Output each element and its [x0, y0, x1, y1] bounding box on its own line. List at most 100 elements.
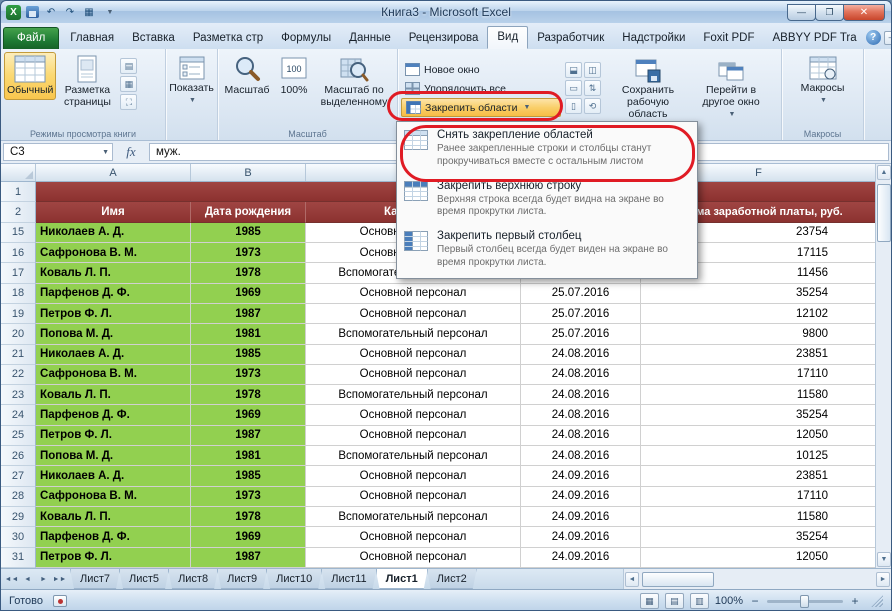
cell-name[interactable]: Коваль Л. П.	[36, 385, 191, 405]
row-header[interactable]: 19	[1, 304, 36, 324]
sheet-tab-Лист1[interactable]: Лист1	[376, 569, 428, 589]
column-header-a[interactable]: A	[36, 164, 191, 181]
ribbon-tab-Вид[interactable]: Вид	[487, 26, 528, 49]
last-sheet-icon[interactable]: ►►	[52, 572, 67, 587]
cell-category[interactable]: Основной персонал	[306, 405, 521, 425]
ribbon-tab-Надстройки[interactable]: Надстройки	[613, 28, 694, 49]
cell-name[interactable]: Сафронова В. М.	[36, 487, 191, 507]
name-box-arrow-icon[interactable]: ▼	[102, 149, 109, 156]
cell-birth-year[interactable]: 1973	[191, 243, 306, 263]
cell-birth-year[interactable]: 1969	[191, 284, 306, 304]
cell-date[interactable]: 24.09.2016	[521, 527, 641, 547]
cell-name[interactable]: Петров Ф. Л.	[36, 426, 191, 446]
cell-name[interactable]: Николаев А. Д.	[36, 466, 191, 486]
cell-birth-year[interactable]: 1978	[191, 385, 306, 405]
freeze-panes-button[interactable]: Закрепить области ▼	[401, 98, 561, 117]
normal-view-button[interactable]: Обычный	[4, 52, 56, 100]
cell-salary[interactable]: 17110	[641, 365, 877, 385]
zoom-in-icon[interactable]: +	[849, 594, 861, 608]
cell-salary[interactable]: 23851	[641, 466, 877, 486]
save-icon[interactable]	[24, 5, 40, 20]
macro-record-icon[interactable]	[53, 595, 67, 607]
cell-category[interactable]: Основной персонал	[306, 548, 521, 568]
cell-birth-year[interactable]: 1987	[191, 548, 306, 568]
vertical-scroll-thumb[interactable]	[877, 184, 891, 242]
header-cell-birth[interactable]: Дата рождения	[191, 202, 306, 222]
cell-category[interactable]: Основной персонал	[306, 345, 521, 365]
sheet-tab-Лист2[interactable]: Лист2	[427, 569, 477, 589]
cell-birth-year[interactable]: 1973	[191, 487, 306, 507]
cell-salary[interactable]: 11580	[641, 385, 877, 405]
cell-category[interactable]: Основной персонал	[306, 527, 521, 547]
cell-birth-year[interactable]: 1987	[191, 304, 306, 324]
unhide-window-icon[interactable]: ▯	[565, 98, 582, 114]
split-icon[interactable]: ⬓	[565, 62, 582, 78]
cell-category[interactable]: Вспомогательный персонал	[306, 507, 521, 527]
scroll-right-icon[interactable]: ►	[876, 572, 890, 587]
cell-salary[interactable]: 11580	[641, 507, 877, 527]
cell-salary[interactable]: 12050	[641, 548, 877, 568]
macros-button[interactable]: Макросы ▼	[798, 52, 848, 108]
cell-date[interactable]: 25.07.2016	[521, 304, 641, 324]
zoom-slider[interactable]	[767, 600, 843, 603]
ribbon-tab-ABBYY PDF Tra[interactable]: ABBYY PDF Tra	[764, 28, 866, 49]
prev-sheet-icon[interactable]: ◄	[20, 572, 35, 587]
header-cell-name[interactable]: Имя	[36, 202, 191, 222]
cell-category[interactable]: Вспомогательный персонал	[306, 324, 521, 344]
ribbon-tab-Разработчик[interactable]: Разработчик	[528, 28, 613, 49]
ribbon-tab-Foxit PDF[interactable]: Foxit PDF	[694, 28, 763, 49]
cell-name[interactable]: Попова М. Д.	[36, 446, 191, 466]
cell-birth-year[interactable]: 1987	[191, 426, 306, 446]
redo-icon[interactable]: ↷	[62, 5, 78, 20]
zoom-slider-thumb[interactable]	[800, 595, 809, 608]
cell-salary[interactable]: 35254	[641, 284, 877, 304]
sheet-tab-Лист11[interactable]: Лист11	[321, 569, 376, 589]
restore-button[interactable]: ❐	[815, 4, 844, 21]
cell-date[interactable]: 24.09.2016	[521, 487, 641, 507]
cell-category[interactable]: Основной персонал	[306, 284, 521, 304]
cell-name[interactable]: Николаев А. Д.	[36, 223, 191, 243]
row-header[interactable]: 22	[1, 365, 36, 385]
synchronous-scrolling-icon[interactable]: ⇅	[584, 80, 601, 96]
ribbon-tab-Файл[interactable]: Файл	[3, 27, 59, 49]
first-sheet-icon[interactable]: ◄◄	[4, 572, 19, 587]
cell-date[interactable]: 24.08.2016	[521, 426, 641, 446]
cell-category[interactable]: Основной персонал	[306, 304, 521, 324]
cell-date[interactable]: 24.09.2016	[521, 466, 641, 486]
workbook-minimize-icon[interactable]: —	[884, 31, 892, 45]
row-header[interactable]: 30	[1, 527, 36, 547]
cell-category[interactable]: Основной персонал	[306, 426, 521, 446]
row-header[interactable]: 27	[1, 466, 36, 486]
cell-name[interactable]: Попова М. Д.	[36, 324, 191, 344]
row-header[interactable]: 24	[1, 405, 36, 425]
cell-name[interactable]: Парфенов Д. Ф.	[36, 284, 191, 304]
help-icon[interactable]: ?	[866, 30, 881, 45]
page-break-toggle-icon[interactable]: ▥	[690, 593, 709, 609]
row-header[interactable]: 20	[1, 324, 36, 344]
ribbon-tab-Данные[interactable]: Данные	[340, 28, 400, 49]
arrange-all-button[interactable]: Упорядочить все	[401, 79, 561, 98]
cell-category[interactable]: Вспомогательный персонал	[306, 446, 521, 466]
cell-date[interactable]: 25.07.2016	[521, 324, 641, 344]
cell-date[interactable]: 24.08.2016	[521, 365, 641, 385]
row-header[interactable]: 23	[1, 385, 36, 405]
cell-name[interactable]: Парфенов Д. Ф.	[36, 527, 191, 547]
minimize-button[interactable]: —	[787, 4, 816, 21]
view-side-by-side-icon[interactable]: ◫	[584, 62, 601, 78]
cell-birth-year[interactable]: 1969	[191, 405, 306, 425]
cell-category[interactable]: Основной персонал	[306, 365, 521, 385]
sheet-tab-Лист9[interactable]: Лист9	[217, 569, 267, 589]
ribbon-tab-Разметка стр[interactable]: Разметка стр	[184, 28, 272, 49]
cell-name[interactable]: Сафронова В. М.	[36, 365, 191, 385]
row-header[interactable]: 29	[1, 507, 36, 527]
column-header-b[interactable]: B	[191, 164, 306, 181]
sheet-tab-Лист5[interactable]: Лист5	[119, 569, 169, 589]
cell-salary[interactable]: 17110	[641, 487, 877, 507]
reset-window-position-icon[interactable]: ⟲	[584, 98, 601, 114]
full-screen-icon[interactable]: ⛶	[120, 94, 137, 110]
cell-birth-year[interactable]: 1981	[191, 446, 306, 466]
cell-category[interactable]: Основной персонал	[306, 487, 521, 507]
page-layout-view-button[interactable]: Разметка страницы	[56, 52, 118, 112]
cell-birth-year[interactable]: 1969	[191, 527, 306, 547]
zoom-100-button[interactable]: 100 100%	[273, 52, 315, 100]
